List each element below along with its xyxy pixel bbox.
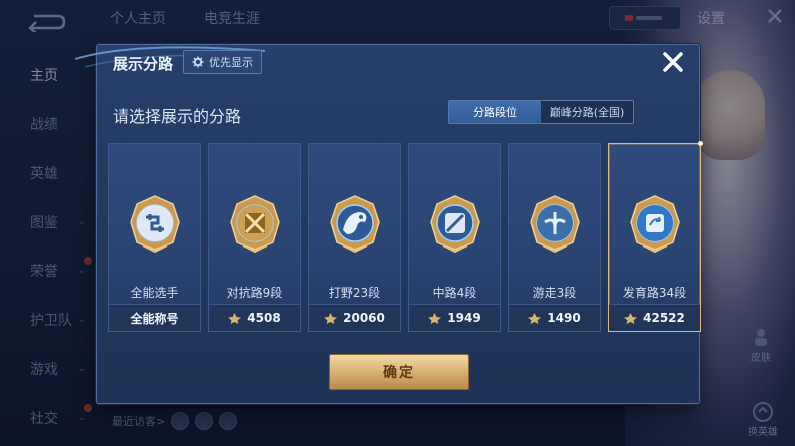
lane-card-footer: 1490 <box>509 304 600 331</box>
tab-peak-lane-national[interactable]: 巅峰分路(全国) <box>541 101 633 123</box>
lane-card-value: 全能称号 <box>130 311 179 326</box>
rank-points-icon <box>428 312 442 324</box>
lane-card[interactable]: 发育路34段 42522 <box>608 141 703 332</box>
lane-card-title: 发育路34段 <box>622 286 687 300</box>
lane-card-value: 1490 <box>547 311 581 325</box>
mid-lane-badge-icon <box>425 192 485 254</box>
lane-cards: 全能选手全能称号 对抗路9段 4508 打野23段 20060 中路4段 1949 游… <box>108 141 703 332</box>
lane-card-title: 中路4段 <box>432 286 477 300</box>
lane-card-footer: 全能称号 <box>109 304 200 331</box>
select-lane-prompt: 请选择展示的分路 <box>113 107 242 126</box>
lane-card[interactable]: 中路4段 1949 <box>408 143 501 332</box>
lane-card-title: 全能选手 <box>130 286 179 300</box>
lane-card[interactable]: 游走3段 1490 <box>508 143 601 332</box>
all-round-badge-icon <box>125 192 185 254</box>
farm-lane-badge-icon <box>625 192 685 254</box>
gear-icon <box>192 56 204 68</box>
lane-card-value: 20060 <box>343 311 385 325</box>
jungle-badge-icon <box>325 192 385 254</box>
lane-card-value: 42522 <box>643 311 685 325</box>
clash-lane-badge-icon <box>225 192 285 254</box>
lane-card-value: 4508 <box>247 311 281 325</box>
lane-card-footer: 42522 <box>609 304 700 331</box>
rank-points-icon <box>324 312 338 324</box>
lane-card[interactable]: 对抗路9段 4508 <box>208 143 301 332</box>
lane-card-footer: 1949 <box>409 304 500 331</box>
confirm-button[interactable]: 确定 <box>329 354 469 390</box>
dialog-title: 展示分路 <box>113 55 174 73</box>
lane-display-dialog: 展示分路 优先显示 请选择展示的分路 分路段位 巅峰分路(全国) 全能选手全能称… <box>75 44 703 404</box>
lane-card-footer: 4508 <box>209 304 300 331</box>
lane-tabs: 分路段位 巅峰分路(全国) <box>448 100 634 124</box>
rank-points-icon <box>624 312 638 324</box>
lane-card-footer: 20060 <box>309 304 400 331</box>
lane-card-value: 1949 <box>447 311 481 325</box>
priority-display-button[interactable]: 优先显示 <box>183 50 262 74</box>
lane-card-title: 打野23段 <box>328 286 381 300</box>
lane-card-title: 游走3段 <box>532 286 577 300</box>
rank-points-icon <box>528 312 542 324</box>
rank-points-icon <box>228 312 242 324</box>
roam-badge-icon <box>525 192 585 254</box>
lane-card[interactable]: 全能选手 全能称号 <box>108 143 201 332</box>
tab-lane-rank[interactable]: 分路段位 <box>449 101 541 123</box>
lane-card[interactable]: 打野23段 20060 <box>308 143 401 332</box>
priority-display-label: 优先显示 <box>209 56 253 69</box>
lane-card-title: 对抗路9段 <box>226 286 283 300</box>
close-icon[interactable] <box>659 48 687 76</box>
